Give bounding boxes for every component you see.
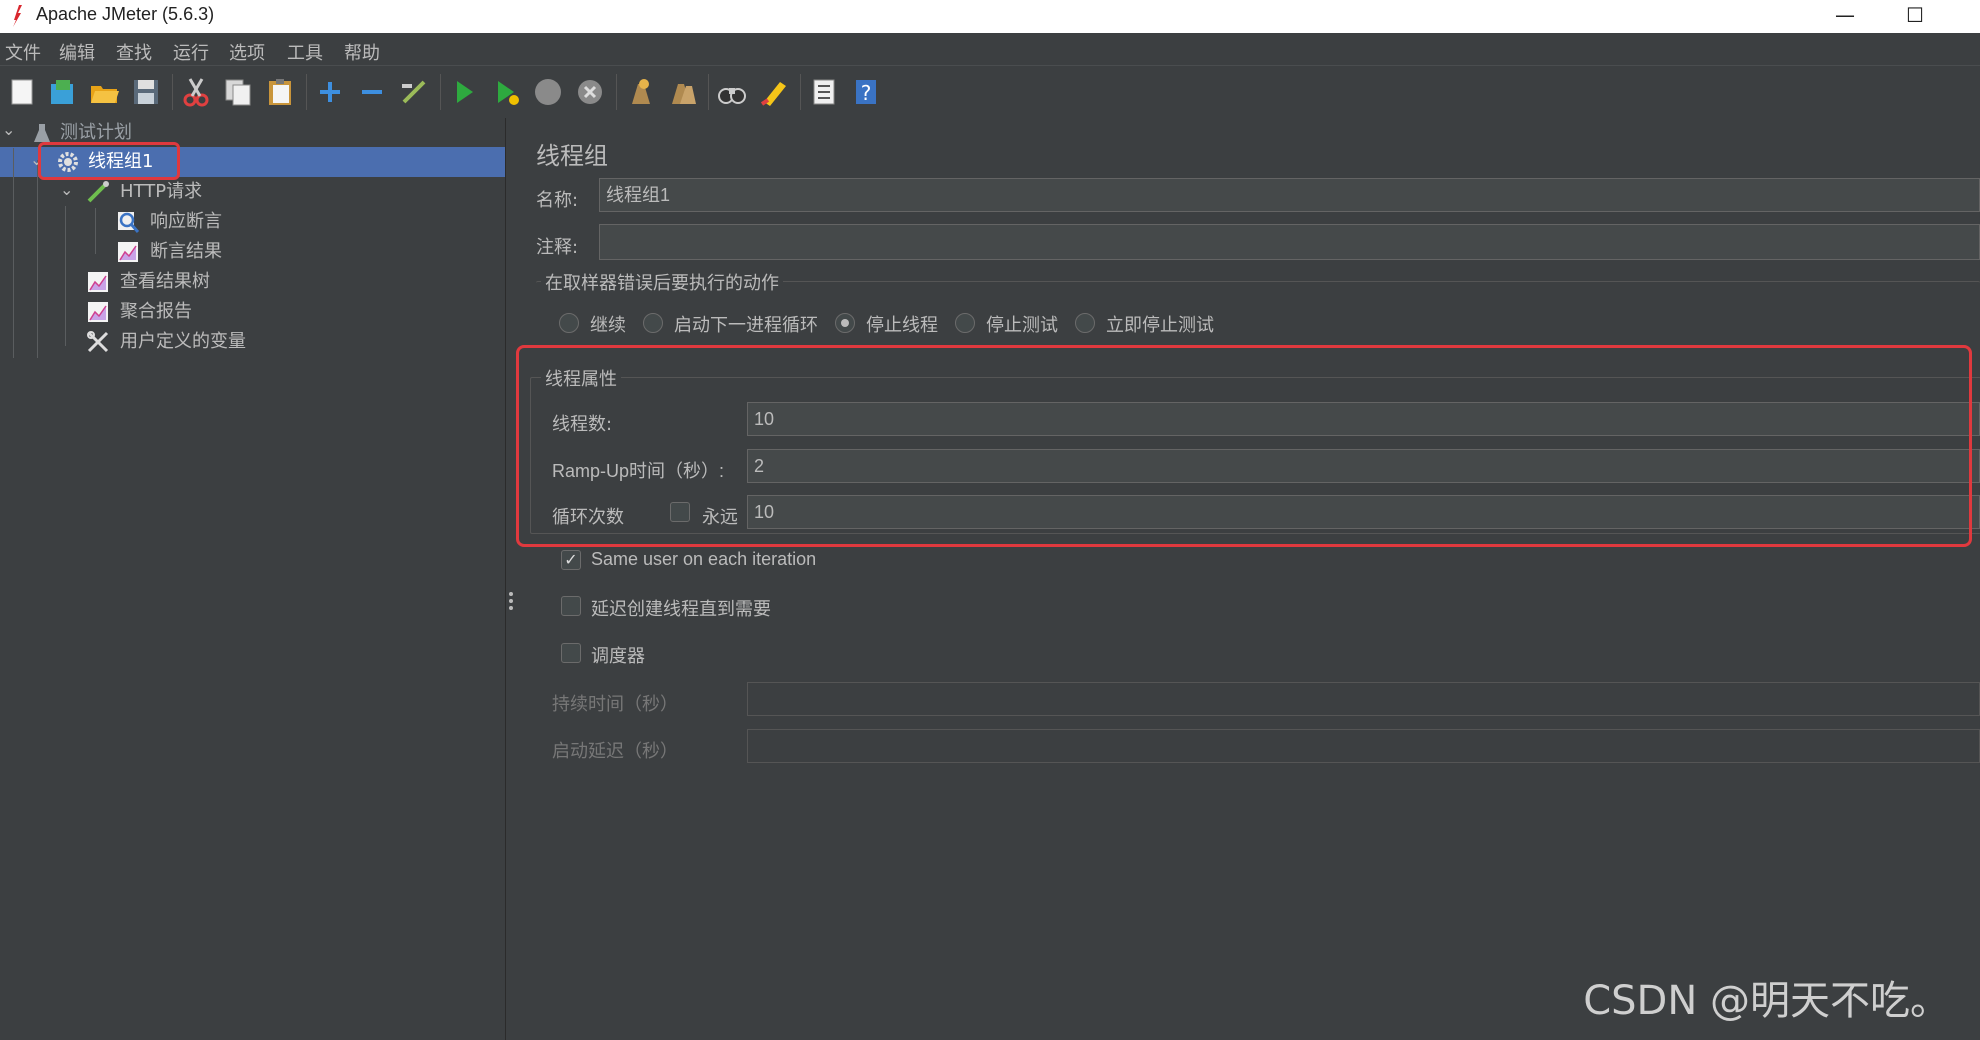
- radio-stop-test-now-label: 立即停止测试: [1106, 315, 1214, 336]
- comment-field[interactable]: [599, 224, 1980, 260]
- graph-icon: [88, 272, 108, 292]
- radio-start-next-loop[interactable]: [643, 313, 663, 333]
- cut-icon[interactable]: [180, 76, 212, 108]
- search-icon[interactable]: [716, 76, 748, 108]
- menu-file[interactable]: 文件: [5, 39, 41, 65]
- menu-bar: 文件 编辑 查找 运行 选项 工具 帮助: [0, 33, 1980, 65]
- scheduler-checkbox[interactable]: [561, 643, 581, 663]
- tree-guide-line: [37, 160, 38, 358]
- radio-stop-thread-label: 停止线程: [866, 315, 938, 336]
- divider-grip: [509, 606, 513, 610]
- split-pane-divider[interactable]: [505, 118, 519, 1040]
- wrench-icon: [87, 331, 109, 353]
- divider-grip: [509, 599, 513, 603]
- collapse-icon[interactable]: [356, 76, 388, 108]
- menu-options[interactable]: 选项: [229, 39, 265, 65]
- scheduler-label: 调度器: [591, 646, 645, 667]
- chevron-down-icon[interactable]: ⌄: [2, 120, 15, 139]
- tree-item-label: 用户定义的变量: [120, 331, 246, 352]
- start-no-pause-icon[interactable]: [490, 76, 522, 108]
- tree-item-label: 聚合报告: [120, 301, 192, 322]
- shutdown-icon[interactable]: [574, 76, 606, 108]
- startup-delay-field[interactable]: [747, 729, 1980, 763]
- paste-icon[interactable]: [264, 76, 296, 108]
- start-icon[interactable]: [448, 76, 480, 108]
- svg-text:?: ?: [861, 81, 872, 105]
- window-title: Apache JMeter (5.6.3): [36, 4, 215, 24]
- reset-search-icon[interactable]: [758, 76, 790, 108]
- toolbar-separator: [440, 74, 441, 110]
- divider-grip: [509, 592, 513, 596]
- clear-icon[interactable]: [624, 76, 656, 108]
- name-field[interactable]: 线程组1: [599, 178, 1980, 212]
- duration-field[interactable]: [747, 682, 1980, 716]
- test-plan-tree: [0, 118, 505, 1040]
- highlight-box-thread-group: [38, 142, 180, 180]
- toggle-icon[interactable]: [398, 76, 430, 108]
- duration-label: 持续时间（秒）: [552, 694, 678, 715]
- open-icon[interactable]: [88, 76, 120, 108]
- tree-item-label: 响应断言: [150, 211, 222, 232]
- function-helper-icon[interactable]: [808, 76, 840, 108]
- jmeter-logo-icon: [13, 5, 22, 27]
- tree-item-label: 断言结果: [150, 241, 222, 262]
- same-user-checkbox[interactable]: ✓: [561, 550, 581, 570]
- comment-label: 注释:: [536, 237, 579, 258]
- toolbar-separator: [616, 74, 617, 110]
- menu-tools[interactable]: 工具: [287, 39, 323, 65]
- stop-icon[interactable]: [532, 76, 564, 108]
- new-icon[interactable]: [6, 76, 38, 108]
- help-icon[interactable]: ?: [850, 76, 882, 108]
- highlight-box-thread-properties: [516, 345, 1972, 547]
- csdn-watermark: CSDN @明天不吃。: [1583, 978, 1950, 1024]
- menu-help[interactable]: 帮助: [344, 39, 380, 65]
- radio-stop-test-now[interactable]: [1075, 313, 1095, 333]
- templates-icon[interactable]: [46, 76, 78, 108]
- tree-guide-line: [13, 148, 14, 358]
- name-label: 名称:: [536, 190, 579, 211]
- radio-start-next-loop-label: 启动下一进程循环: [674, 315, 818, 336]
- title-bar: Apache JMeter (5.6.3) — ☐: [0, 0, 1980, 33]
- maximize-button[interactable]: ☐: [1890, 0, 1940, 33]
- radio-continue-label: 继续: [590, 315, 626, 336]
- tree-item-label: HTTP请求: [120, 181, 203, 202]
- toolbar-separator: [800, 74, 801, 110]
- page-title: 线程组: [536, 142, 608, 170]
- clear-all-icon[interactable]: [666, 76, 698, 108]
- tree-item-label: 查看结果树: [120, 271, 210, 292]
- delay-thread-creation-checkbox[interactable]: [561, 596, 581, 616]
- graph-icon: [118, 242, 138, 262]
- http-sampler-icon: [87, 181, 109, 203]
- delay-thread-creation-label: 延迟创建线程直到需要: [591, 599, 771, 620]
- assertion-icon: [118, 212, 140, 233]
- startup-delay-label: 启动延迟（秒）: [552, 741, 678, 762]
- same-user-label: Same user on each iteration: [591, 549, 817, 569]
- error-action-legend: 在取样器错误后要执行的动作: [541, 269, 783, 295]
- radio-stop-test-label: 停止测试: [986, 315, 1058, 336]
- chevron-down-icon[interactable]: ⌄: [60, 180, 73, 199]
- radio-stop-thread[interactable]: [835, 313, 855, 333]
- save-icon[interactable]: [130, 76, 162, 108]
- toolbar-separator: [306, 74, 307, 110]
- toolbar-separator: [708, 74, 709, 110]
- menu-run[interactable]: 运行: [173, 39, 209, 65]
- toolbar: ?: [0, 65, 1980, 119]
- expand-icon[interactable]: [314, 76, 346, 108]
- radio-stop-test[interactable]: [955, 313, 975, 333]
- copy-icon[interactable]: [222, 76, 254, 108]
- minimize-button[interactable]: —: [1820, 0, 1870, 33]
- radio-continue[interactable]: [559, 313, 579, 333]
- tree-guide-line: [65, 206, 66, 346]
- toolbar-separator: [172, 74, 173, 110]
- menu-edit[interactable]: 编辑: [59, 39, 95, 65]
- graph-icon: [88, 302, 108, 322]
- tree-guide-line: [95, 208, 96, 254]
- menu-search[interactable]: 查找: [116, 39, 152, 65]
